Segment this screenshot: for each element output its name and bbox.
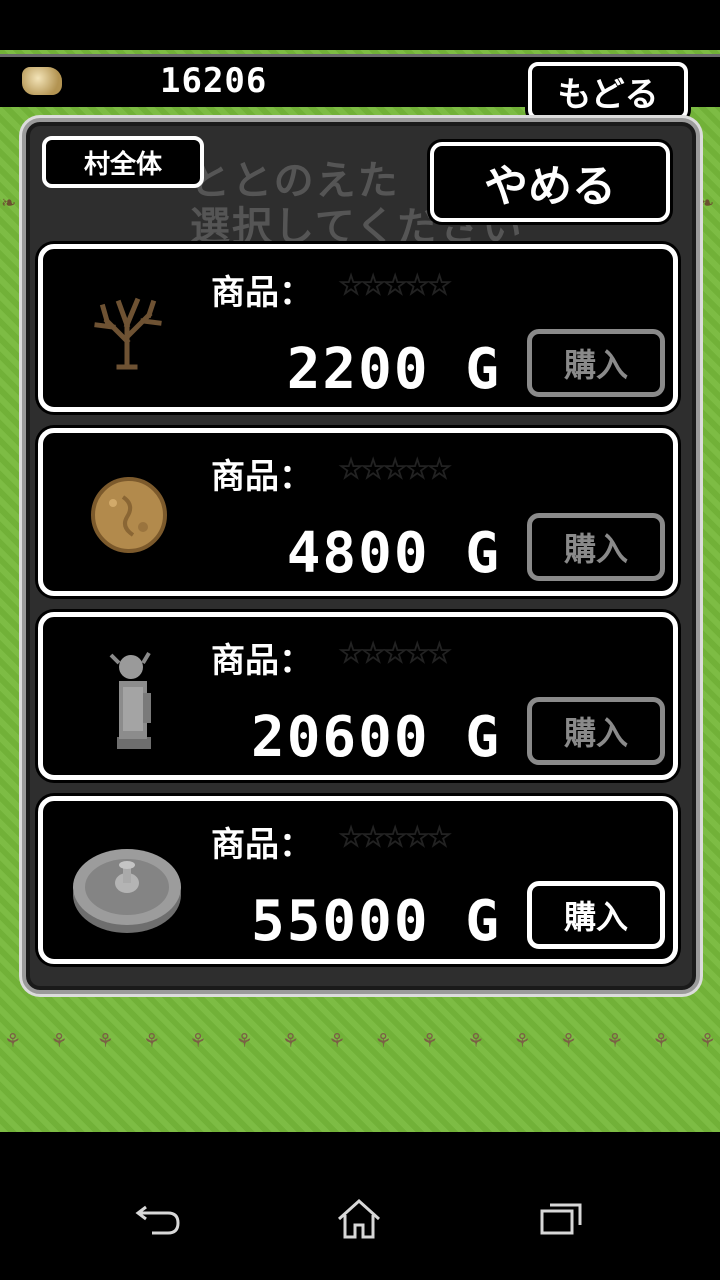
item-label: 商品： bbox=[211, 641, 313, 681]
scope-label: 村全体 bbox=[42, 136, 204, 188]
item-rating: ☆☆☆☆☆ bbox=[338, 811, 451, 858]
shop-item-card: 商品： ☆☆☆☆☆ 55000 G 購入 bbox=[38, 796, 678, 964]
item-price: 20600 G bbox=[250, 705, 501, 770]
back-button[interactable]: もどる bbox=[528, 62, 688, 120]
shop-item-card: 商品： ☆☆☆☆☆ 4800 G 購入 bbox=[38, 428, 678, 596]
back-arrow-icon[interactable] bbox=[124, 1194, 194, 1244]
home-icon[interactable] bbox=[324, 1194, 394, 1244]
buy-button[interactable]: 購入 bbox=[527, 697, 665, 765]
shop-item-card: 商品： ☆☆☆☆☆ 20600 G 購入 bbox=[38, 612, 678, 780]
status-bar bbox=[0, 0, 720, 50]
gold-amount: 16206 bbox=[160, 61, 268, 101]
item-price: 4800 G bbox=[286, 521, 501, 586]
buy-button[interactable]: 購入 bbox=[527, 881, 665, 949]
item-label: 商品： bbox=[211, 825, 313, 865]
item-rating: ☆☆☆☆☆ bbox=[338, 259, 451, 306]
goblin-statue-icon bbox=[83, 637, 175, 757]
stone-fountain-icon bbox=[69, 825, 185, 941]
shop-item-card: 商品： ☆☆☆☆☆ 2200 G 購入 bbox=[38, 244, 678, 412]
cancel-button[interactable]: やめる bbox=[430, 142, 670, 222]
item-rating: ☆☆☆☆☆ bbox=[338, 627, 451, 674]
item-label: 商品： bbox=[211, 273, 313, 313]
tree-row: ⚘ ⚘ ⚘ ⚘ ⚘ ⚘ ⚘ ⚘ ⚘ ⚘ ⚘ ⚘ ⚘ ⚘ ⚘ ⚘ bbox=[6, 1028, 714, 1053]
gold-pile-icon bbox=[22, 67, 62, 95]
buy-button[interactable]: 購入 bbox=[527, 513, 665, 581]
buy-button[interactable]: 購入 bbox=[527, 329, 665, 397]
item-price: 55000 G bbox=[250, 889, 501, 954]
item-price: 2200 G bbox=[286, 337, 501, 402]
boulder-icon bbox=[83, 469, 175, 561]
recent-apps-icon[interactable] bbox=[526, 1194, 596, 1244]
tree-icon: ❧ bbox=[700, 190, 714, 215]
item-label: 商品： bbox=[211, 457, 313, 497]
item-rating: ☆☆☆☆☆ bbox=[338, 443, 451, 490]
bare-tree-icon bbox=[83, 285, 175, 377]
tree-icon: ❧ bbox=[2, 190, 16, 215]
navigation-bar bbox=[0, 1132, 720, 1280]
